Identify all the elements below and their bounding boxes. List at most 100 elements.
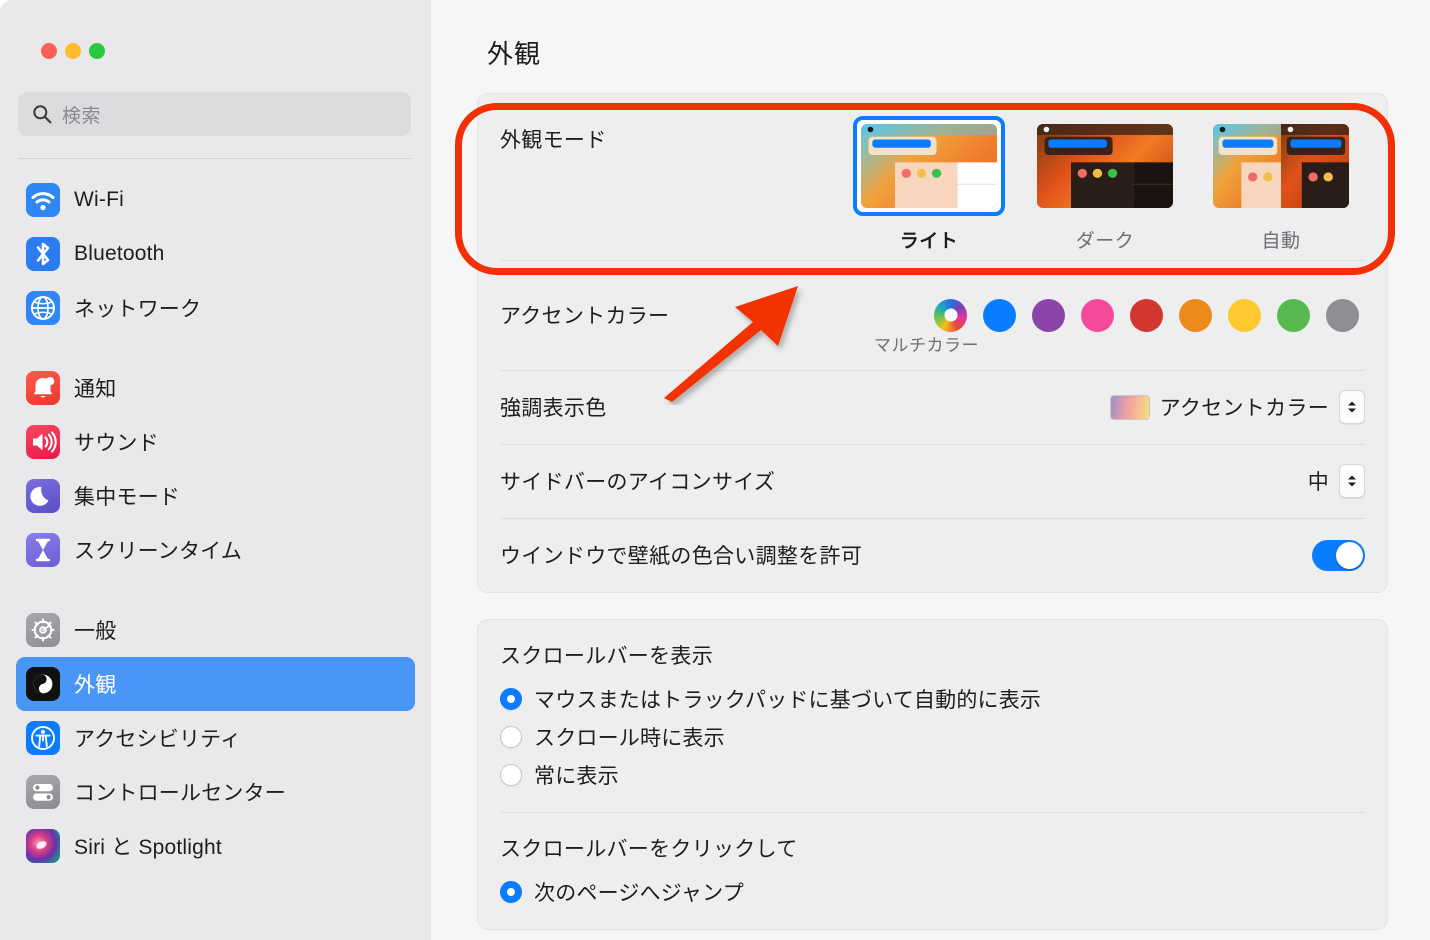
sidebar-item-label: Siri と Spotlight [74,836,222,859]
close-button[interactable] [41,43,57,59]
radio-button[interactable] [500,688,522,710]
sidebar-icon-size-control[interactable]: 中 [1308,464,1365,498]
highlight-color-stepper[interactable] [1339,390,1365,424]
sidebar-item-bluetooth[interactable]: Bluetooth [16,227,415,281]
siri-icon [26,829,60,863]
accent-swatch-graphite[interactable] [1326,298,1359,332]
system-settings-window: 検索 Wi-Fi Bluetooth ネットワーク 通知 サウンド 集中モード … [0,0,1430,940]
search-icon [32,104,52,124]
sidebar-icon-size-label: サイドバーのアイコンサイズ [500,471,776,494]
appearance-card: 外観モード ライト ダーク 自動 アクセントカラー マルチカラー 強調表示色 ア… [477,93,1388,593]
highlight-color-control[interactable]: アクセントカラー [1109,390,1365,424]
appearance-mode-name: ダーク [1075,231,1135,252]
sidebar-item-screentime[interactable]: スクリーンタイム [16,523,415,577]
sidebar-item-network[interactable]: ネットワーク [16,281,415,335]
accent-color-top: アクセントカラー [500,298,1365,332]
radio-button[interactable] [500,726,522,748]
accent-swatch-green[interactable] [1277,298,1310,332]
sidebar-group-network: Wi-Fi Bluetooth ネットワーク [16,173,415,335]
sidebar-list[interactable]: Wi-Fi Bluetooth ネットワーク 通知 サウンド 集中モード スクリ… [0,159,431,940]
appearance-mode-options: ライト ダーク 自動 [853,116,1365,253]
wifi-icon [26,183,60,217]
radio-label: 常に表示 [534,765,619,788]
radio-show-scrollbars-when-scrolling[interactable]: スクロール時に表示 [500,718,1365,756]
radio-button[interactable] [500,881,522,903]
auto-thumbnail-frame [1205,116,1357,216]
radio-show-scrollbars-always[interactable]: 常に表示 [500,756,1365,794]
page-title: 外観 [487,39,542,69]
sidebar-item-label: サウンド [74,432,159,455]
network-globe-icon [26,291,60,325]
sidebar-item-label: スクリーンタイム [74,540,243,563]
appearance-mode-name: ライト [899,231,959,252]
accent-color-row: アクセントカラー マルチカラー [500,260,1365,370]
accent-swatch-orange[interactable] [1179,298,1212,332]
sidebar-item-label: 一般 [74,620,117,643]
appearance-mode-dark[interactable]: ダーク [1029,116,1181,253]
highlight-color-label: 強調表示色 [500,397,607,420]
highlight-color-row: 強調表示色 アクセントカラー [500,370,1365,444]
radio-button[interactable] [500,764,522,786]
accent-swatch-pink[interactable] [1081,298,1114,332]
sidebar-item-appearance[interactable]: 外観 [16,657,415,711]
speaker-icon [26,425,60,459]
sidebar-item-sound[interactable]: サウンド [16,415,415,469]
maximize-button[interactable] [89,43,105,59]
sidebar-icon-size-row: サイドバーのアイコンサイズ 中 [500,444,1365,518]
light-thumbnail [861,124,997,208]
window-controls [0,0,431,72]
accent-swatch-yellow[interactable] [1228,298,1261,332]
gear-icon [26,613,60,647]
radio-label: 次のページへジャンプ [534,882,744,905]
wallpaper-tinting-row: ウインドウで壁紙の色合い調整を許可 [500,518,1365,592]
appearance-mode-light[interactable]: ライト [853,116,1005,253]
show-scroll-bars-title: スクロールバーを表示 [500,645,713,668]
sidebar-item-wifi[interactable]: Wi-Fi [16,173,415,227]
radio-label: マウスまたはトラックパッドに基づいて自動的に表示 [534,689,1042,712]
bluetooth-icon [26,237,60,271]
accent-swatch-red[interactable] [1130,298,1163,332]
accent-color-swatches [934,298,1365,332]
wallpaper-tinting-toggle[interactable] [1312,539,1365,571]
accent-swatch-multicolor[interactable] [934,298,967,332]
show-scroll-bars-section: スクロールバーを表示 マウスまたはトラックパッドに基づいて自動的に表示 スクロー… [500,620,1365,812]
sidebar-item-label: 通知 [74,378,117,401]
appearance-mode-label: 外観モード [500,129,607,152]
sidebar-item-focus[interactable]: 集中モード [16,469,415,523]
accent-swatch-purple[interactable] [1032,298,1065,332]
highlight-color-value: アクセントカラー [1159,397,1329,420]
sidebar-item-label: 集中モード [74,486,180,509]
radio-show-scrollbars-auto[interactable]: マウスまたはトラックパッドに基づいて自動的に表示 [500,680,1365,718]
control-center-icon [26,775,60,809]
highlight-color-swatch [1109,394,1150,420]
appearance-mode-row: 外観モード ライト ダーク 自動 [500,94,1365,260]
search-placeholder: 検索 [62,105,102,127]
radio-jump-to-next-page[interactable]: 次のページへジャンプ [500,873,1365,911]
main-content: 外観 外観モード ライト ダーク 自動 アクセントカラー マルチカラー 強調表示… [431,0,1430,940]
light-thumbnail-frame [853,116,1005,216]
appearance-mode-auto[interactable]: 自動 [1205,116,1357,253]
auto-thumbnail [1213,124,1349,208]
sidebar-item-siri-spotlight[interactable]: Siri と Spotlight [16,819,415,873]
accent-color-label: アクセントカラー [500,305,670,328]
sidebar-group-system: 一般 外観 アクセシビリティ コントロールセンター Siri と Spotlig… [16,603,415,873]
sidebar-item-general[interactable]: 一般 [16,603,415,657]
click-scroll-bar-section: スクロールバーをクリックして 次のページへジャンプ [500,812,1365,929]
sidebar-item-control-center[interactable]: コントロールセンター [16,765,415,819]
dark-thumbnail-frame [1029,116,1181,216]
sidebar-group-alerts: 通知 サウンド 集中モード スクリーンタイム [16,361,415,577]
sidebar-item-label: アクセシビリティ [74,728,242,751]
sidebar-item-label: コントロールセンター [74,782,286,805]
sidebar-item-label: ネットワーク [74,298,202,321]
sidebar-item-accessibility[interactable]: アクセシビリティ [16,711,415,765]
search-input[interactable]: 検索 [18,92,411,136]
minimize-button[interactable] [65,43,81,59]
sidebar-icon-size-stepper[interactable] [1339,464,1365,498]
accent-swatch-blue[interactable] [983,298,1016,332]
wallpaper-tinting-control [1312,539,1365,571]
sidebar-item-notifications[interactable]: 通知 [16,361,415,415]
appearance-mode-name: 自動 [1261,231,1301,252]
moon-icon [26,479,60,513]
